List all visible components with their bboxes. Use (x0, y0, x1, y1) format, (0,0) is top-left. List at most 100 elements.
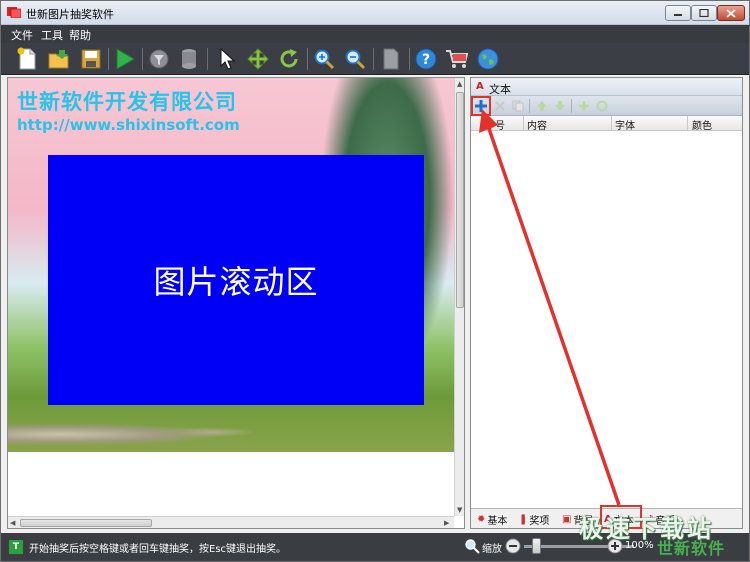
zoom-slider-thumb[interactable] (532, 538, 541, 554)
refresh-icon (280, 49, 298, 68)
edit-icon (596, 100, 608, 112)
zoom-plus-icon[interactable] (607, 538, 623, 554)
start-button[interactable] (112, 46, 138, 72)
new-file-icon (17, 47, 36, 70)
zoom-out-icon (345, 49, 366, 70)
tab-prizes-label: 奖项 (529, 516, 550, 527)
main-toolbar: ? (1, 43, 749, 75)
edit-button[interactable] (594, 98, 610, 114)
buy-button[interactable] (444, 46, 470, 72)
horizontal-scrollbar[interactable]: ◀ ▶ (8, 516, 454, 528)
award-icon: ❚ (519, 514, 528, 525)
image-icon: ▣ (562, 514, 572, 525)
menu-help[interactable]: 帮助 (69, 27, 91, 43)
database-icon (182, 49, 196, 69)
menu-bar: 文件 工具 帮助 (1, 25, 749, 43)
text-list[interactable]: 序号 内容 字体 颜色 (471, 116, 742, 508)
zoom-minus-icon[interactable] (505, 538, 521, 554)
scroll-up-icon[interactable]: ▲ (457, 80, 462, 88)
image-scroll-area[interactable]: 图片滚动区 (48, 155, 424, 405)
zoom-value: 100% (625, 540, 654, 551)
move-icon (247, 48, 269, 70)
status-message: 开始抽奖后按空格键或者回车键抽奖，按Esc键退出抽奖。 (29, 544, 287, 555)
open-button[interactable] (46, 46, 72, 72)
save-icon (81, 49, 101, 69)
minimize-icon (674, 14, 682, 16)
insert-button[interactable] (576, 98, 592, 114)
zoom-out-button[interactable] (342, 46, 368, 72)
status-icon: T (9, 540, 23, 554)
horizontal-scroll-thumb[interactable] (20, 519, 152, 527)
maximize-button[interactable] (691, 5, 717, 21)
tab-background-label: 背景 (573, 516, 594, 527)
play-icon (116, 48, 135, 70)
menu-tools[interactable]: 工具 (41, 27, 63, 43)
title-bar: 世新图片抽奖软件 (1, 1, 749, 25)
panel-tabs: ✹ 基本 ❚ 奖项 ▣ 背景 A 文本 ♪ 音乐 (471, 505, 742, 529)
tab-basic[interactable]: ✹ 基本 (477, 512, 507, 527)
help-icon: ? (415, 48, 437, 70)
text-panel-title: 文本 (489, 83, 511, 96)
filter-button[interactable] (146, 46, 172, 72)
scroll-left-icon[interactable]: ◀ (10, 519, 15, 527)
toolbar-separator (142, 48, 143, 70)
scroll-area-label: 图片滚动区 (153, 263, 319, 301)
column-separator (687, 116, 688, 131)
new-file-button[interactable] (14, 46, 40, 72)
vertical-scroll-thumb[interactable] (456, 92, 464, 308)
move-down-button[interactable] (552, 98, 568, 114)
app-window: 世新图片抽奖软件 文件 工具 帮助 ? 世新软件开发有限公司 http://ww… (0, 0, 750, 562)
zoom-label: 缩放 (482, 544, 502, 555)
tab-prizes[interactable]: ❚ 奖项 (519, 512, 549, 527)
tab-music[interactable]: ♪ 音乐 (647, 512, 675, 527)
save-button[interactable] (78, 46, 104, 72)
zoom-in-icon (314, 49, 335, 70)
page-button[interactable] (378, 46, 404, 72)
background-rocks (8, 408, 454, 452)
add-button-highlight (471, 96, 491, 116)
refresh-button[interactable] (276, 46, 302, 72)
toolbar-separator (307, 48, 308, 70)
move-button[interactable] (245, 46, 271, 72)
cart-icon (446, 50, 469, 68)
scroll-down-icon[interactable]: ▼ (457, 506, 462, 514)
minimize-button[interactable] (665, 5, 691, 21)
column-index[interactable]: 序号 (485, 117, 505, 132)
toolbar-separator (108, 48, 109, 70)
column-font[interactable]: 字体 (615, 117, 635, 132)
tab-basic-label: 基本 (487, 516, 508, 527)
menu-file[interactable]: 文件 (11, 27, 33, 43)
text-icon: A (476, 81, 484, 92)
zoom-icon (465, 539, 480, 554)
help-button[interactable]: ? (413, 46, 439, 72)
scroll-right-icon[interactable]: ▶ (444, 519, 449, 527)
company-name-text: 世新软件开发有限公司 (17, 90, 237, 114)
pointer-button[interactable] (214, 46, 240, 72)
music-icon: ♪ (647, 514, 654, 525)
panel-separator (529, 99, 530, 113)
text-panel: A 文本 序号 内容 字体 颜色 ✹ 基本 ❚ 奖项 ▣ 背景 A 文本 ♪ 音… (470, 77, 743, 529)
panel-separator (571, 99, 572, 113)
website-button[interactable] (475, 46, 501, 72)
column-color[interactable]: 颜色 (692, 117, 712, 132)
globe-icon (477, 48, 499, 70)
delete-icon (495, 101, 505, 111)
zoom-in-button[interactable] (311, 46, 337, 72)
vertical-scrollbar[interactable]: ▲ ▼ (454, 78, 464, 516)
copy-text-button[interactable] (510, 98, 526, 114)
database-button[interactable] (176, 46, 202, 72)
open-folder-icon (48, 50, 69, 69)
delete-text-button[interactable] (492, 98, 508, 114)
text-panel-header: A 文本 (471, 78, 742, 96)
copy-icon (512, 100, 524, 112)
column-content[interactable]: 内容 (527, 117, 547, 132)
tab-background[interactable]: ▣ 背景 (562, 512, 593, 527)
toolbar-separator (373, 48, 374, 70)
text-panel-toolbar (471, 96, 742, 116)
move-up-button[interactable] (534, 98, 550, 114)
status-bar: T 开始抽奖后按空格键或者回车键抽奖，按Esc键退出抽奖。 缩放 100% (1, 533, 749, 561)
column-separator (611, 116, 612, 131)
close-button[interactable] (717, 5, 745, 21)
toolbar-separator (409, 48, 410, 70)
insert-icon (579, 101, 589, 111)
